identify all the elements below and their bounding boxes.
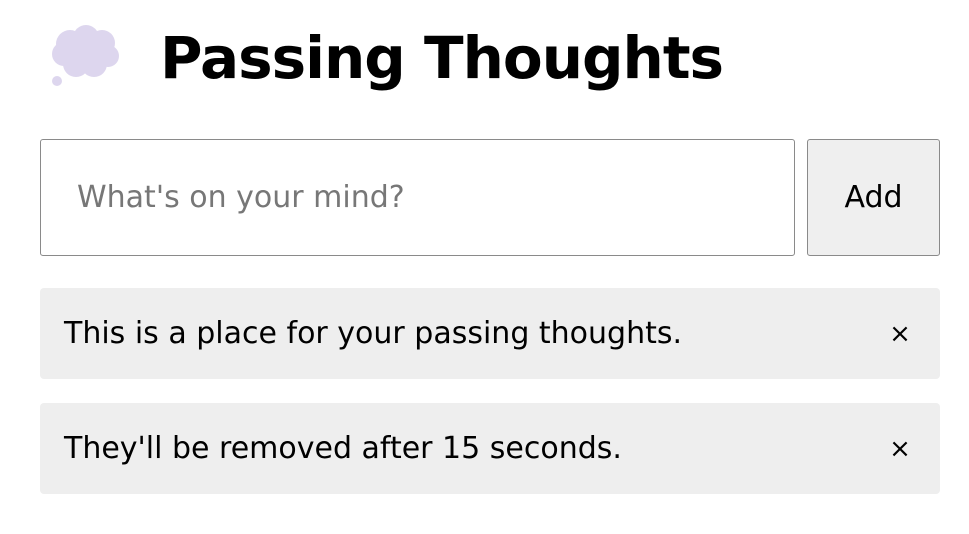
close-icon[interactable]: × xyxy=(880,314,920,354)
thought-item: This is a place for your passing thought… xyxy=(40,288,940,379)
thought-text: This is a place for your passing thought… xyxy=(64,316,683,351)
thought-item: They'll be removed after 15 seconds. × xyxy=(40,403,940,494)
add-button[interactable]: Add xyxy=(807,139,940,256)
thought-list: This is a place for your passing thought… xyxy=(40,288,940,518)
thought-bubble-svg xyxy=(52,25,119,86)
app-container: Passing Thoughts Add This is a place for… xyxy=(40,0,940,534)
page-title: Passing Thoughts xyxy=(160,24,724,92)
thought-bubble-icon xyxy=(48,22,120,90)
thought-input[interactable] xyxy=(40,139,795,256)
app-header: Passing Thoughts xyxy=(40,0,940,120)
add-thought-form: Add xyxy=(40,139,940,256)
thought-text: They'll be removed after 15 seconds. xyxy=(64,431,622,466)
close-icon[interactable]: × xyxy=(880,429,920,469)
